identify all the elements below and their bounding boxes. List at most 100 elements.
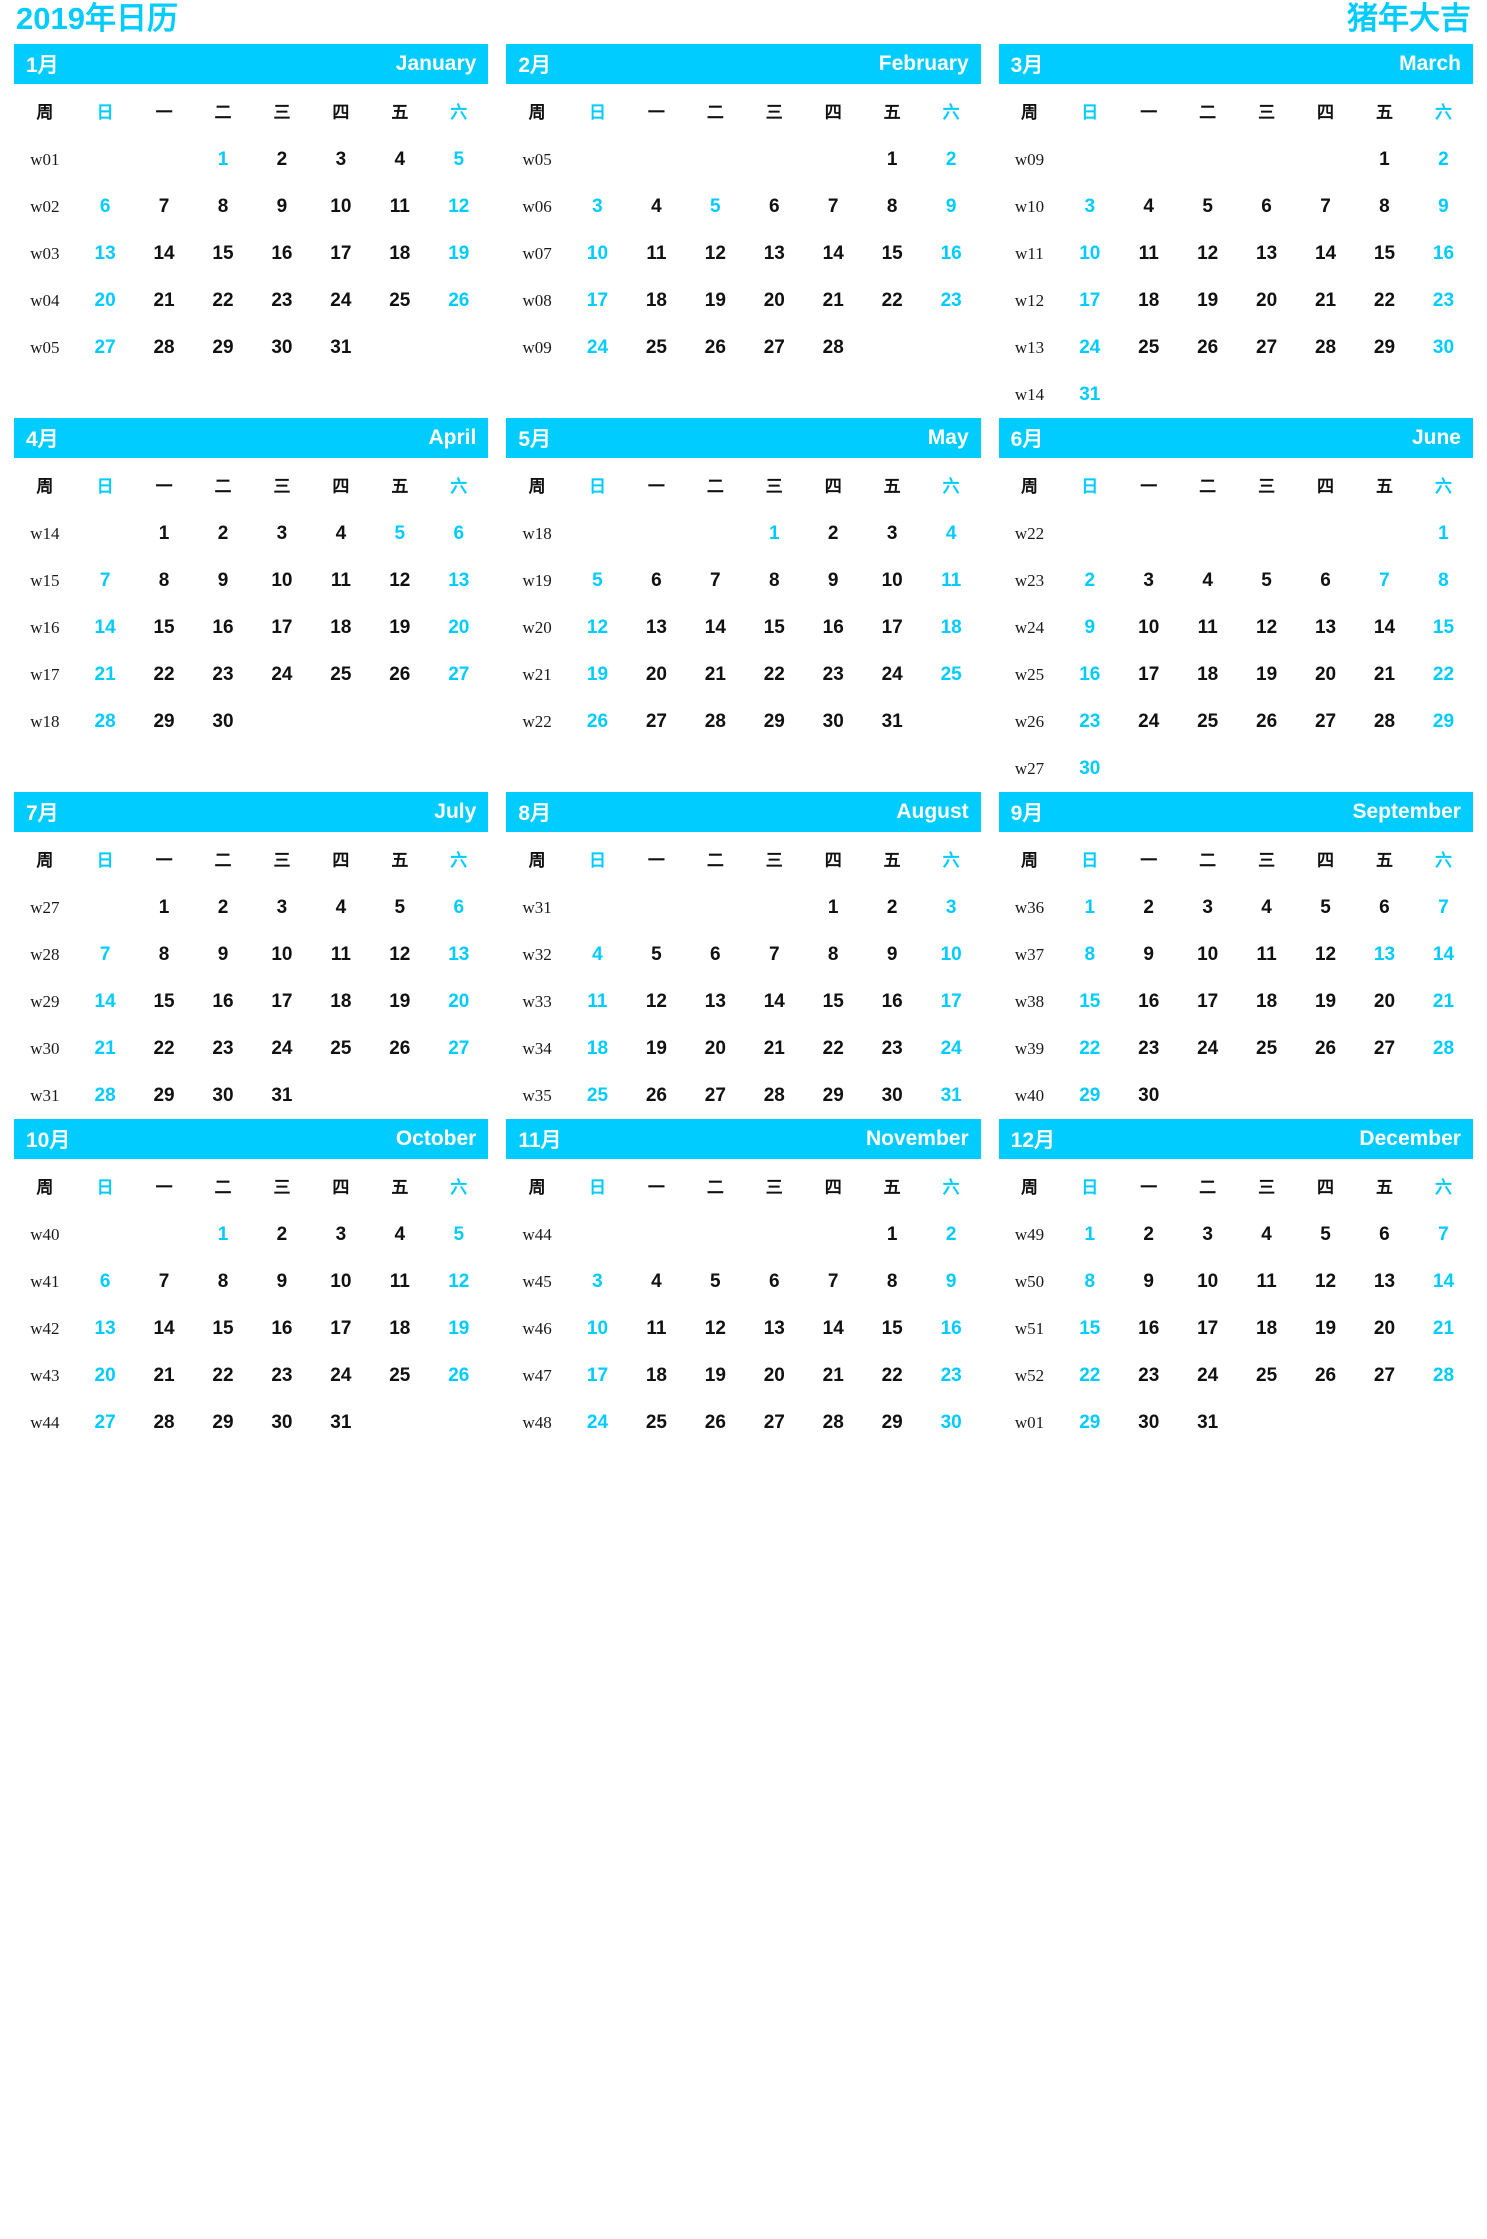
day-cell[interactable]: 11 <box>1119 230 1178 277</box>
day-cell[interactable]: 16 <box>922 230 981 277</box>
day-cell[interactable]: 17 <box>311 230 370 277</box>
day-cell[interactable]: 1 <box>135 884 194 931</box>
day-cell[interactable]: 1 <box>804 884 863 931</box>
day-cell[interactable]: 8 <box>804 931 863 978</box>
day-cell[interactable]: 27 <box>1296 698 1355 745</box>
day-cell[interactable]: 8 <box>863 1258 922 1305</box>
day-cell[interactable]: 12 <box>370 557 429 604</box>
day-cell[interactable]: 10 <box>1119 604 1178 651</box>
day-cell[interactable]: 18 <box>370 230 429 277</box>
day-cell[interactable]: 31 <box>1060 371 1119 418</box>
day-cell[interactable]: 9 <box>922 1258 981 1305</box>
day-cell[interactable]: 18 <box>627 277 686 324</box>
day-cell[interactable]: 21 <box>686 651 745 698</box>
day-cell[interactable]: 8 <box>135 557 194 604</box>
day-cell[interactable]: 12 <box>429 1258 488 1305</box>
day-cell[interactable]: 14 <box>135 1305 194 1352</box>
day-cell[interactable]: 22 <box>194 1352 253 1399</box>
day-cell[interactable]: 2 <box>252 136 311 183</box>
day-cell[interactable]: 20 <box>686 1025 745 1072</box>
day-cell[interactable]: 29 <box>1414 698 1473 745</box>
day-cell[interactable]: 25 <box>627 324 686 371</box>
day-cell[interactable]: 21 <box>745 1025 804 1072</box>
day-cell[interactable]: 12 <box>1237 604 1296 651</box>
day-cell[interactable]: 20 <box>76 1352 135 1399</box>
day-cell[interactable]: 26 <box>686 1399 745 1446</box>
day-cell[interactable]: 19 <box>1237 651 1296 698</box>
day-cell[interactable]: 22 <box>135 651 194 698</box>
day-cell[interactable]: 30 <box>1119 1399 1178 1446</box>
day-cell[interactable]: 7 <box>804 1258 863 1305</box>
day-cell[interactable]: 29 <box>135 698 194 745</box>
day-cell[interactable]: 11 <box>370 1258 429 1305</box>
day-cell[interactable]: 31 <box>252 1072 311 1119</box>
day-cell[interactable]: 15 <box>135 978 194 1025</box>
day-cell[interactable]: 2 <box>1414 136 1473 183</box>
day-cell[interactable]: 5 <box>568 557 627 604</box>
day-cell[interactable]: 4 <box>922 510 981 557</box>
day-cell[interactable]: 15 <box>863 230 922 277</box>
day-cell[interactable]: 4 <box>627 1258 686 1305</box>
day-cell[interactable]: 5 <box>370 510 429 557</box>
day-cell[interactable]: 9 <box>1119 931 1178 978</box>
day-cell[interactable]: 23 <box>1119 1352 1178 1399</box>
day-cell[interactable]: 22 <box>1414 651 1473 698</box>
day-cell[interactable]: 13 <box>1355 931 1414 978</box>
day-cell[interactable]: 20 <box>1296 651 1355 698</box>
day-cell[interactable]: 10 <box>311 1258 370 1305</box>
day-cell[interactable]: 25 <box>1119 324 1178 371</box>
day-cell[interactable]: 7 <box>686 557 745 604</box>
day-cell[interactable]: 26 <box>1296 1025 1355 1072</box>
day-cell[interactable]: 25 <box>311 1025 370 1072</box>
day-cell[interactable]: 1 <box>194 1211 253 1258</box>
day-cell[interactable]: 16 <box>804 604 863 651</box>
day-cell[interactable]: 27 <box>1237 324 1296 371</box>
day-cell[interactable]: 29 <box>863 1399 922 1446</box>
day-cell[interactable]: 26 <box>429 1352 488 1399</box>
day-cell[interactable]: 24 <box>1060 324 1119 371</box>
day-cell[interactable]: 17 <box>568 1352 627 1399</box>
day-cell[interactable]: 22 <box>863 277 922 324</box>
day-cell[interactable]: 13 <box>745 1305 804 1352</box>
day-cell[interactable]: 3 <box>311 136 370 183</box>
day-cell[interactable]: 28 <box>76 1072 135 1119</box>
day-cell[interactable]: 31 <box>863 698 922 745</box>
day-cell[interactable]: 7 <box>135 183 194 230</box>
day-cell[interactable]: 5 <box>627 931 686 978</box>
day-cell[interactable]: 25 <box>627 1399 686 1446</box>
day-cell[interactable]: 18 <box>627 1352 686 1399</box>
day-cell[interactable]: 10 <box>1060 230 1119 277</box>
day-cell[interactable]: 1 <box>194 136 253 183</box>
day-cell[interactable]: 10 <box>922 931 981 978</box>
day-cell[interactable]: 28 <box>1414 1352 1473 1399</box>
day-cell[interactable]: 3 <box>311 1211 370 1258</box>
day-cell[interactable]: 18 <box>568 1025 627 1072</box>
day-cell[interactable]: 7 <box>804 183 863 230</box>
day-cell[interactable]: 13 <box>429 557 488 604</box>
day-cell[interactable]: 14 <box>76 978 135 1025</box>
day-cell[interactable]: 21 <box>1355 651 1414 698</box>
day-cell[interactable]: 11 <box>627 230 686 277</box>
day-cell[interactable]: 17 <box>1060 277 1119 324</box>
day-cell[interactable]: 26 <box>1296 1352 1355 1399</box>
day-cell[interactable]: 30 <box>922 1399 981 1446</box>
day-cell[interactable]: 9 <box>1414 183 1473 230</box>
day-cell[interactable]: 24 <box>1178 1025 1237 1072</box>
day-cell[interactable]: 18 <box>370 1305 429 1352</box>
day-cell[interactable]: 14 <box>1414 931 1473 978</box>
day-cell[interactable]: 1 <box>745 510 804 557</box>
day-cell[interactable]: 7 <box>1414 1211 1473 1258</box>
day-cell[interactable]: 23 <box>863 1025 922 1072</box>
day-cell[interactable]: 3 <box>922 884 981 931</box>
day-cell[interactable]: 20 <box>429 978 488 1025</box>
day-cell[interactable]: 29 <box>1060 1399 1119 1446</box>
day-cell[interactable]: 4 <box>1119 183 1178 230</box>
day-cell[interactable]: 25 <box>1237 1025 1296 1072</box>
day-cell[interactable]: 13 <box>76 1305 135 1352</box>
day-cell[interactable]: 13 <box>76 230 135 277</box>
day-cell[interactable]: 9 <box>922 183 981 230</box>
day-cell[interactable]: 18 <box>1237 978 1296 1025</box>
day-cell[interactable]: 16 <box>194 604 253 651</box>
day-cell[interactable]: 18 <box>1119 277 1178 324</box>
day-cell[interactable]: 20 <box>1237 277 1296 324</box>
